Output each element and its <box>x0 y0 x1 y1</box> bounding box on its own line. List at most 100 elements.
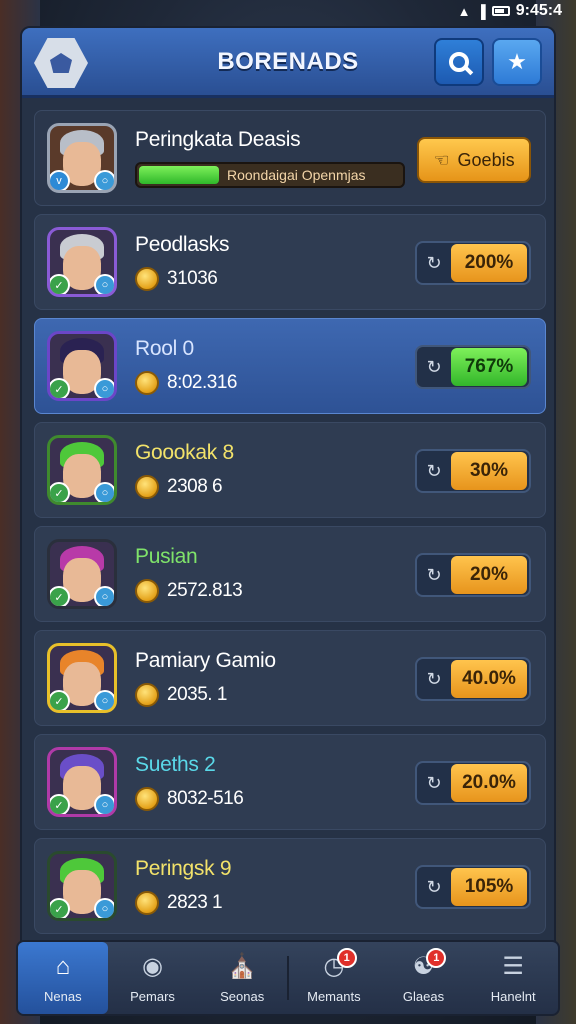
leaderboard-row[interactable]: ✓ ○ Sueths 2 8032-516 ↻ 20.0% <box>34 734 546 830</box>
progress-bar: Roondaigai Openmjas <box>135 162 405 188</box>
class-badge-icon: ○ <box>94 170 114 190</box>
coin-icon <box>135 371 159 395</box>
featured-entry[interactable]: v ○ Peringkata Deasis Roondaigai Openmja… <box>34 110 546 206</box>
percent-group[interactable]: ↻ 40.0% <box>415 657 531 701</box>
avatar: v ○ <box>47 123 117 193</box>
percent-badge: 20% <box>451 556 527 594</box>
nav-item-glaeas[interactable]: ☯ Glaeas 1 <box>379 942 469 1014</box>
leaderboard-panel: BORENADS ★ v ○ Peringkata Deasis Roondai… <box>20 26 556 954</box>
percent-group[interactable]: ↻ 200% <box>415 241 531 285</box>
swap-icon: ↻ <box>426 356 442 377</box>
coin-icon <box>135 891 159 915</box>
search-icon <box>449 52 469 72</box>
percent-badge: 30% <box>451 452 527 490</box>
nav-label: Hanelnt <box>490 988 536 1004</box>
leaderboard-row[interactable]: ✓ ○ Goookak 8 2308 6 ↻ 30% <box>34 422 546 518</box>
leaderboard-row[interactable]: ✓ ○ Peodlasks 31036 ↻ 200% <box>34 214 546 310</box>
player-score: 2035. 1 <box>167 684 227 705</box>
percent-group[interactable]: ↻ 30% <box>415 449 531 493</box>
class-badge-icon: ○ <box>94 898 114 918</box>
swap-icon: ↻ <box>426 876 442 897</box>
rank-badge-icon: ✓ <box>50 586 70 606</box>
class-badge-icon: ○ <box>94 378 114 398</box>
percent-badge: 40.0% <box>451 660 527 698</box>
rank-badge-icon: ✓ <box>50 690 70 710</box>
signal-icon: ▐ <box>476 3 486 19</box>
coin-icon <box>135 683 159 707</box>
search-button[interactable] <box>434 38 484 86</box>
class-badge-icon: ○ <box>94 482 114 502</box>
hand-icon: ☜ <box>433 149 450 170</box>
percent-badge: 200% <box>451 244 527 282</box>
page-title: BORENADS <box>217 47 359 75</box>
leaderboard-row[interactable]: ✓ ○ Rool 0 8:02.316 ↻ 767% <box>34 318 546 414</box>
home-icon: ⌂ <box>55 952 71 980</box>
swap-icon: ↻ <box>426 252 442 273</box>
percent-group[interactable]: ↻ 767% <box>415 345 531 389</box>
nav-item-memants[interactable]: ◷ Memants 1 <box>289 942 379 1014</box>
coin-icon <box>135 267 159 291</box>
guild-emblem-button[interactable] <box>34 38 88 88</box>
nav-item-hanelnt[interactable]: ☰ Hanelnt <box>468 942 558 1014</box>
swap-icon: ↻ <box>426 564 442 585</box>
menu-icon: ☰ <box>502 953 524 980</box>
rank-badge-icon: ✓ <box>50 794 70 814</box>
house-icon: ⛪ <box>227 953 258 980</box>
percent-group[interactable]: ↻ 105% <box>415 865 531 909</box>
percent-badge: 20.0% <box>451 764 527 802</box>
battery-icon <box>491 6 510 16</box>
bottom-nav: ⌂ Nenas ◉ Pemars ⛪ Seonas ◷ Memants 1 ☯ … <box>16 940 560 1016</box>
nav-label: Nenas <box>44 988 82 1004</box>
avatar: ✓ ○ <box>47 643 117 713</box>
leaderboard-list: v ○ Peringkata Deasis Roondaigai Openmja… <box>34 110 546 942</box>
percent-badge: 767% <box>451 348 527 386</box>
class-badge-icon: ○ <box>94 794 114 814</box>
rank-badge-icon: ✓ <box>50 378 70 398</box>
status-bar: ▲ ▐ 9:45:4 <box>376 0 576 22</box>
player-score: 8032-516 <box>167 788 244 809</box>
player-score: 2823 1 <box>167 892 223 913</box>
percent-badge: 105% <box>451 868 527 906</box>
star-icon: ★ <box>507 49 527 74</box>
favorites-button[interactable]: ★ <box>492 38 542 86</box>
rank-badge-icon: ✓ <box>50 898 70 918</box>
nav-item-seonas[interactable]: ⛪ Seonas <box>197 942 287 1014</box>
progress-label: Roondaigai Openmjas <box>227 167 366 183</box>
avatar: ✓ ○ <box>47 851 117 921</box>
nav-label: Glaeas <box>402 988 445 1004</box>
leaderboard-row[interactable]: ✓ ○ Pusian 2572.813 ↻ 20% <box>34 526 546 622</box>
avatar: ✓ ○ <box>47 227 117 297</box>
claim-button[interactable]: ☜ Goebis <box>417 137 531 183</box>
notification-badge: 1 <box>426 948 447 968</box>
nav-item-pemars[interactable]: ◉ Pemars <box>108 942 198 1014</box>
nav-label: Pemars <box>130 988 175 1004</box>
rank-badge-icon: v <box>50 170 70 190</box>
avatar: ✓ ○ <box>47 747 117 817</box>
emblem-icon <box>50 53 72 73</box>
class-badge-icon: ○ <box>94 274 114 294</box>
nav-label: Seonas <box>220 988 265 1004</box>
avatar: ✓ ○ <box>47 331 117 401</box>
shield-icon: ◉ <box>142 953 163 980</box>
rank-badge-icon: ✓ <box>50 274 70 294</box>
percent-group[interactable]: ↻ 20.0% <box>415 761 531 805</box>
class-badge-icon: ○ <box>94 690 114 710</box>
avatar: ✓ ○ <box>47 539 117 609</box>
coin-icon <box>135 787 159 811</box>
coin-icon <box>135 475 159 499</box>
swap-icon: ↻ <box>426 772 442 793</box>
leaderboard-row[interactable]: ✓ ○ Peringsk 9 2823 1 ↻ 105% <box>34 838 546 934</box>
swap-icon: ↻ <box>426 460 442 481</box>
status-time: 9:45:4 <box>515 2 562 19</box>
nav-label: Memants <box>307 988 361 1004</box>
notification-badge: 1 <box>336 948 357 968</box>
leaderboard-row[interactable]: ✓ ○ Pamiary Gamio 2035. 1 ↻ 40.0% <box>34 630 546 726</box>
rank-badge-icon: ✓ <box>50 482 70 502</box>
nav-item-nenas[interactable]: ⌂ Nenas <box>18 942 108 1014</box>
avatar: ✓ ○ <box>47 435 117 505</box>
header: BORENADS ★ <box>22 28 554 98</box>
player-score: 8:02.316 <box>167 372 237 393</box>
percent-group[interactable]: ↻ 20% <box>415 553 531 597</box>
swap-icon: ↻ <box>426 668 442 689</box>
player-score: 31036 <box>167 268 218 289</box>
